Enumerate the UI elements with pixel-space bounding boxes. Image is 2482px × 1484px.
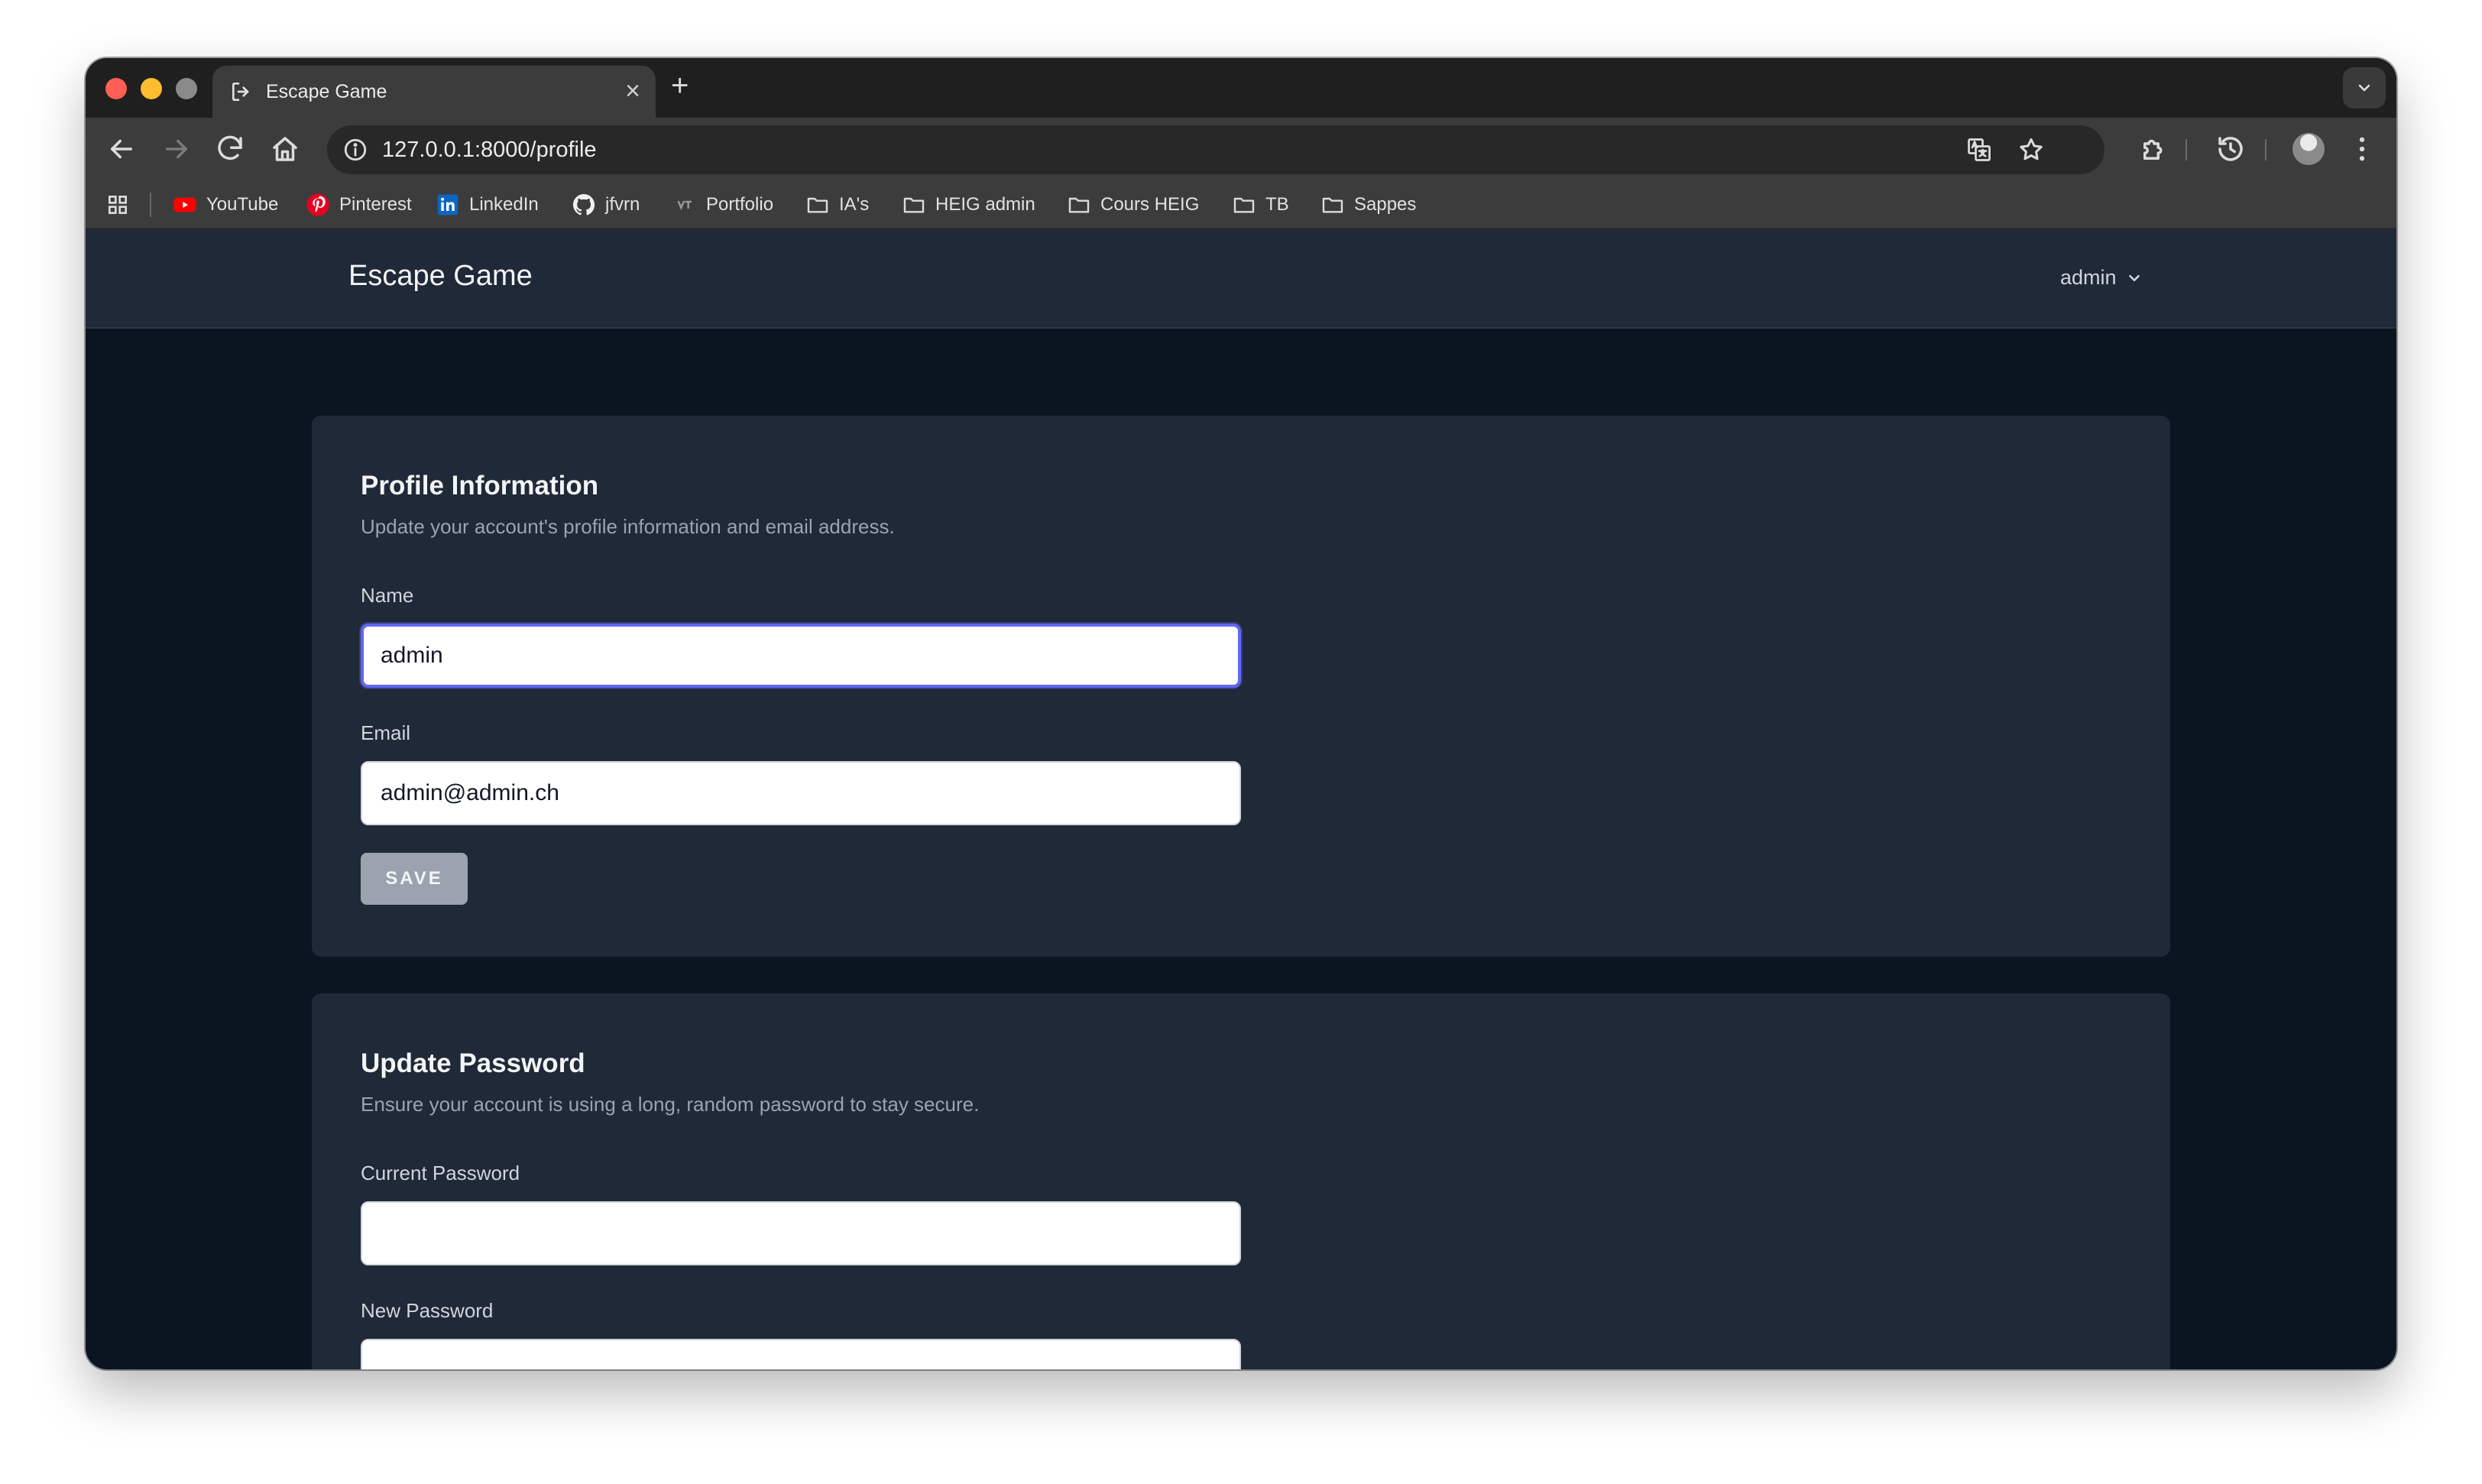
chevron-down-icon bbox=[2128, 274, 2140, 281]
bookmark-heig-admin[interactable]: HEIG admin bbox=[902, 191, 1035, 219]
history-icon[interactable] bbox=[2215, 133, 2247, 165]
password-section-description: Ensure your account is using a long, ran… bbox=[361, 1093, 980, 1116]
folder-icon bbox=[1322, 197, 1343, 213]
site-info-icon[interactable] bbox=[342, 137, 368, 163]
user-menu-label: admin bbox=[2060, 266, 2117, 289]
profile-section-title: Profile Information bbox=[361, 471, 599, 501]
translate-icon[interactable] bbox=[1965, 136, 1993, 164]
user-menu-dropdown[interactable]: admin bbox=[2060, 266, 2143, 290]
bookmark-youtube[interactable]: YouTube bbox=[173, 191, 278, 219]
tab-close-icon[interactable]: × bbox=[625, 76, 640, 105]
folder-icon bbox=[807, 197, 828, 213]
bookmark-label: LinkedIn bbox=[469, 194, 539, 215]
bookmark-label: Cours HEIG bbox=[1100, 194, 1200, 215]
folder-icon bbox=[1068, 197, 1090, 213]
bookmark-label: Sappes bbox=[1354, 194, 1417, 215]
profile-information-card: Profile Information Update your account'… bbox=[312, 416, 2170, 957]
bookmark-label: Pinterest bbox=[339, 194, 412, 215]
bookmark-label: jfvrn bbox=[605, 194, 640, 215]
new-password-label: New Password bbox=[361, 1299, 494, 1322]
tab-search-button[interactable] bbox=[2343, 67, 2386, 109]
address-bar[interactable]: 127.0.0.1:8000/profile bbox=[327, 125, 2105, 174]
maximize-window-button[interactable] bbox=[176, 78, 197, 99]
apps-grid-icon[interactable] bbox=[105, 193, 130, 217]
name-label: Name bbox=[361, 584, 414, 607]
current-password-label: Current Password bbox=[361, 1162, 520, 1184]
new-password-input[interactable] bbox=[361, 1339, 1241, 1369]
bookmark-linkedin[interactable]: LinkedIn bbox=[436, 191, 539, 219]
folder-icon bbox=[1233, 197, 1255, 213]
profile-avatar[interactable] bbox=[2292, 133, 2325, 165]
bookmark-pinterest[interactable]: Pinterest bbox=[306, 191, 412, 219]
back-arrow-icon[interactable] bbox=[105, 133, 138, 165]
tab-title: Escape Game bbox=[266, 81, 387, 102]
sign-in-icon bbox=[232, 83, 249, 101]
forward-arrow-icon[interactable] bbox=[160, 133, 193, 165]
portfolio-icon bbox=[677, 200, 692, 211]
bookmark-label: Portfolio bbox=[706, 194, 774, 215]
bookmark-star-icon[interactable] bbox=[2017, 136, 2045, 164]
bookmarks-bar: YouTube Pinterest LinkedIn jfvrn Portfol… bbox=[86, 180, 2396, 229]
linkedin-icon bbox=[437, 194, 458, 215]
app-brand[interactable]: Escape Game bbox=[348, 260, 533, 293]
toolbar-separator bbox=[2265, 139, 2267, 160]
app-navbar: Escape Game admin bbox=[86, 229, 2396, 329]
reload-icon[interactable] bbox=[214, 133, 246, 165]
bookmark-label: HEIG admin bbox=[935, 194, 1035, 215]
browser-window: Escape Game × + 127.0.0.1:8000/profile Y… bbox=[86, 58, 2396, 1369]
bookmark-label: TB bbox=[1265, 194, 1289, 215]
bookmarks-divider bbox=[150, 193, 151, 217]
pinterest-icon bbox=[306, 193, 329, 216]
current-password-input[interactable] bbox=[361, 1201, 1241, 1265]
save-button[interactable]: SAVE bbox=[361, 853, 468, 905]
bookmark-cours-heig[interactable]: Cours HEIG bbox=[1067, 191, 1199, 219]
bookmark-sappes[interactable]: Sappes bbox=[1320, 191, 1416, 219]
name-input[interactable] bbox=[361, 624, 1241, 688]
browser-toolbar: 127.0.0.1:8000/profile bbox=[86, 118, 2396, 180]
url-text[interactable]: 127.0.0.1:8000/profile bbox=[382, 138, 597, 163]
bookmark-tb[interactable]: TB bbox=[1232, 191, 1289, 219]
chevron-down-icon bbox=[2358, 84, 2370, 92]
toolbar-separator bbox=[2186, 139, 2187, 160]
home-icon[interactable] bbox=[269, 133, 301, 165]
close-window-button[interactable] bbox=[105, 78, 127, 99]
folder-icon bbox=[903, 197, 925, 213]
bookmark-label: YouTube bbox=[206, 194, 279, 215]
bookmark-jfvrn[interactable]: jfvrn bbox=[572, 191, 640, 219]
browser-tab[interactable]: Escape Game × bbox=[212, 66, 656, 118]
bookmark-portfolio[interactable]: Portfolio bbox=[672, 191, 773, 219]
email-label: Email bbox=[361, 721, 411, 744]
bookmark-label: IA's bbox=[839, 194, 870, 215]
github-icon bbox=[573, 194, 595, 215]
more-vertical-icon[interactable] bbox=[2346, 133, 2378, 165]
bookmark-ias[interactable]: IA's bbox=[805, 191, 869, 219]
youtube-icon bbox=[173, 197, 196, 212]
new-tab-button[interactable]: + bbox=[671, 69, 689, 102]
extensions-puzzle-icon[interactable] bbox=[2138, 133, 2170, 165]
tab-strip: Escape Game × + bbox=[86, 58, 2396, 118]
update-password-card: Update Password Ensure your account is u… bbox=[312, 993, 2170, 1369]
email-input[interactable] bbox=[361, 761, 1241, 825]
minimize-window-button[interactable] bbox=[141, 78, 162, 99]
profile-section-description: Update your account's profile informatio… bbox=[361, 515, 895, 538]
password-section-title: Update Password bbox=[361, 1048, 585, 1078]
